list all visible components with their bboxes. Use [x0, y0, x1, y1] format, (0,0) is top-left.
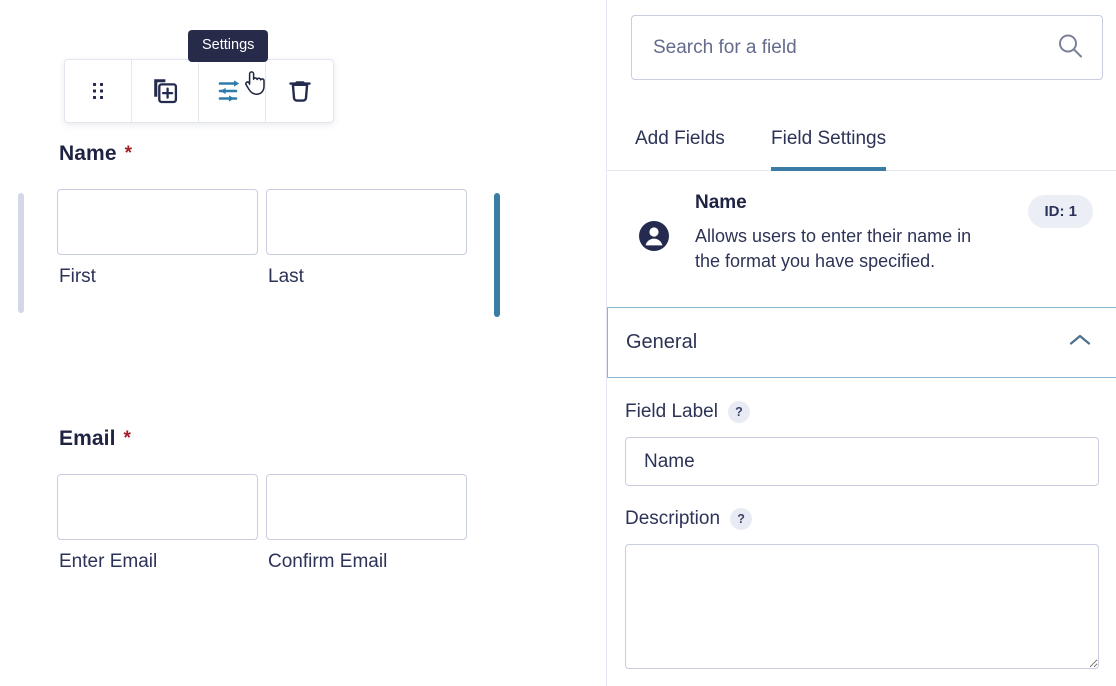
drag-handle-icon — [90, 80, 106, 102]
field-label-setting-label: Field Label ? — [625, 401, 1093, 423]
field-subfield-confirm-email: Confirm Email — [266, 474, 467, 573]
required-asterisk: * — [124, 428, 132, 449]
settings-sliders-icon — [217, 77, 247, 105]
field-id-badge: ID: 1 — [1028, 195, 1093, 228]
required-asterisk: * — [125, 143, 133, 164]
selection-bar-right — [494, 193, 500, 317]
form-field-name[interactable]: Name* First Last — [57, 142, 487, 288]
field-label-input[interactable] — [625, 437, 1099, 486]
last-name-input[interactable] — [266, 189, 467, 255]
trash-icon — [287, 76, 313, 106]
last-name-sublabel: Last — [266, 266, 467, 288]
duplicate-button[interactable] — [132, 60, 199, 122]
field-info-body: Name Allows users to enter their name in… — [681, 193, 1028, 274]
delete-button[interactable] — [266, 60, 333, 122]
description-help-icon[interactable]: ? — [730, 508, 752, 530]
tab-field-settings[interactable]: Field Settings — [771, 128, 886, 170]
field-info-title: Name — [695, 193, 1028, 214]
confirm-email-input[interactable] — [266, 474, 467, 540]
selection-bar-left — [18, 193, 24, 313]
field-action-toolbar — [64, 59, 334, 123]
field-label-name: Name* — [59, 142, 487, 166]
field-info-description: Allows users to enter their name in the … — [695, 224, 995, 274]
field-inputs-row: First Last — [57, 189, 487, 288]
panel-tabs: Add Fields Field Settings — [607, 113, 1116, 171]
user-icon — [637, 193, 681, 258]
field-inputs-row: Enter Email Confirm Email — [57, 474, 487, 573]
field-subfield-first: First — [57, 189, 258, 288]
accordion-general-title: General — [626, 331, 1067, 354]
field-subfield-enter-email: Enter Email — [57, 474, 258, 573]
form-field-email[interactable]: Email* Enter Email Confirm Email — [57, 427, 487, 573]
description-setting-label: Description ? — [625, 508, 1093, 530]
form-builder-screen: Settings Name* First Last — [0, 0, 1116, 686]
first-name-sublabel: First — [57, 266, 258, 288]
search-input[interactable] — [631, 15, 1103, 80]
enter-email-sublabel: Enter Email — [57, 551, 258, 573]
field-label-email: Email* — [59, 427, 487, 451]
settings-button[interactable] — [199, 60, 266, 122]
form-preview-canvas: Settings Name* First Last — [0, 0, 606, 686]
field-label-help-icon[interactable]: ? — [728, 401, 750, 423]
chevron-up-icon[interactable] — [1067, 332, 1093, 353]
field-settings-panel: Add Fields Field Settings Name Allows us… — [606, 0, 1116, 686]
settings-tooltip: Settings — [188, 30, 268, 62]
field-search — [631, 15, 1103, 80]
general-settings-body: Field Label ? Description ? — [607, 378, 1116, 669]
tab-add-fields[interactable]: Add Fields — [635, 128, 725, 170]
enter-email-input[interactable] — [57, 474, 258, 540]
confirm-email-sublabel: Confirm Email — [266, 551, 467, 573]
description-textarea[interactable] — [625, 544, 1099, 669]
first-name-input[interactable] — [57, 189, 258, 255]
duplicate-icon — [150, 76, 180, 106]
field-info-header: Name Allows users to enter their name in… — [607, 171, 1116, 294]
drag-handle-button[interactable] — [65, 60, 132, 122]
field-subfield-last: Last — [266, 189, 467, 288]
accordion-general[interactable]: General — [607, 307, 1116, 378]
